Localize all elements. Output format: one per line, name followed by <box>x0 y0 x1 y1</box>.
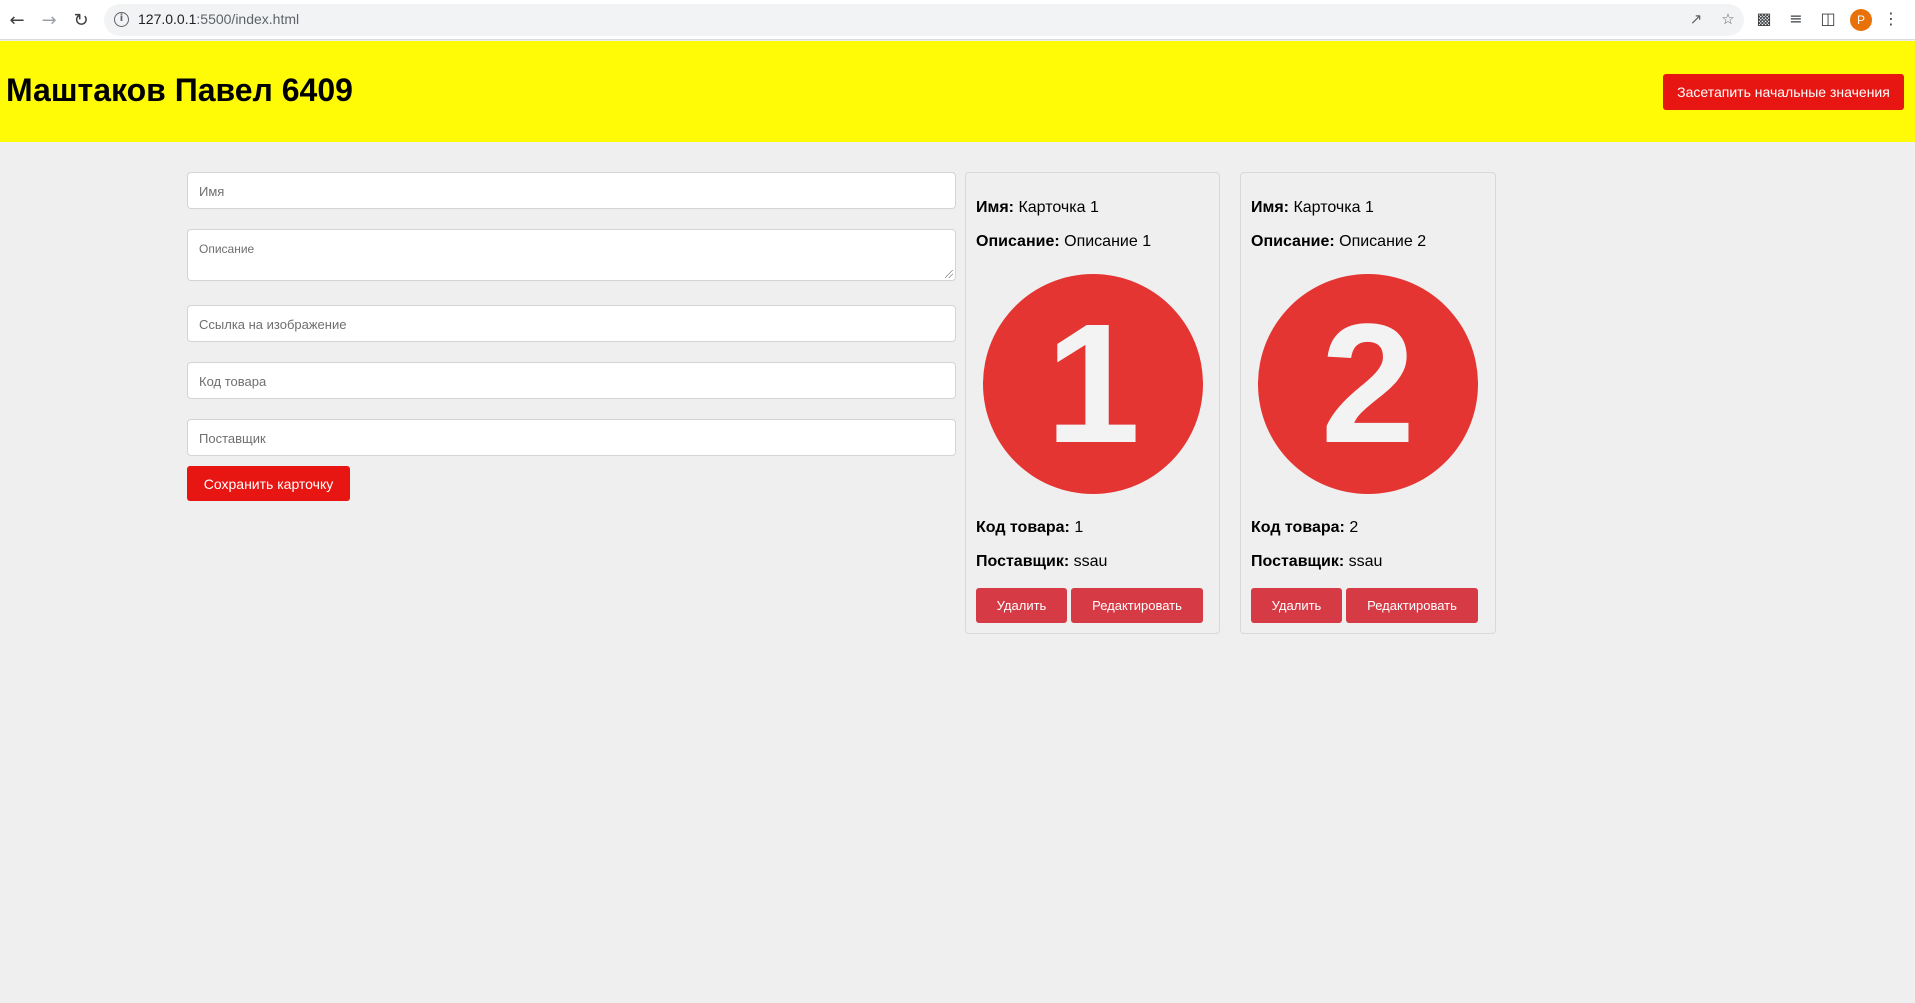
delete-button[interactable]: Удалить <box>976 588 1067 623</box>
product-card: Имя: Карточка 1 Описание: Описание 2 2 К… <box>1240 172 1496 634</box>
card-code-line: Код товара: 1 <box>976 519 1083 537</box>
card-name-line: Имя: Карточка 1 <box>976 199 1099 217</box>
card-supplier-line: Поставщик: ssau <box>976 553 1107 571</box>
supplier-placeholder: Поставщик <box>199 431 266 446</box>
name-placeholder: Имя <box>199 184 225 199</box>
card-image-digit: 2 <box>1320 289 1416 479</box>
site-header: Маштаков Павел 6409 Засетапить начальные… <box>0 41 1915 142</box>
name-input[interactable]: Имя <box>187 172 956 209</box>
supplier-input[interactable]: Поставщик <box>187 419 956 456</box>
card-image: 1 <box>983 274 1203 494</box>
save-card-button[interactable]: Сохранить карточку <box>187 466 350 501</box>
reload-icon[interactable]: ↻ <box>70 9 92 31</box>
image-url-placeholder: Ссылка на изображение <box>199 317 347 332</box>
card-description-value: Описание 2 <box>1339 233 1427 250</box>
resize-grip-icon[interactable] <box>945 270 953 278</box>
address-bar[interactable]: i 127.0.0.1:5500/index.html ↗ ☆ <box>104 4 1744 36</box>
product-card: Имя: Карточка 1 Описание: Описание 1 1 К… <box>965 172 1220 634</box>
card-image-digit: 1 <box>1045 289 1141 479</box>
card-supplier-label: Поставщик: <box>1251 553 1345 570</box>
extensions-icon[interactable]: ▩ <box>1753 9 1775 31</box>
description-placeholder: Описание <box>199 242 255 256</box>
menu-kebab-icon[interactable]: ⋮ <box>1880 9 1902 31</box>
card-code-line: Код товара: 2 <box>1251 519 1358 537</box>
card-name-line: Имя: Карточка 1 <box>1251 199 1374 217</box>
card-image: 2 <box>1258 274 1478 494</box>
card-code-value: 1 <box>1074 519 1084 536</box>
card-description-value: Описание 1 <box>1064 233 1152 250</box>
forward-icon[interactable]: → <box>38 9 60 31</box>
card-code-label: Код товара: <box>976 519 1070 536</box>
edit-button[interactable]: Редактировать <box>1346 588 1478 623</box>
card-name-label: Имя: <box>1251 199 1289 216</box>
browser-toolbar: ← → ↻ i 127.0.0.1:5500/index.html ↗ ☆ ▩ … <box>0 0 1915 40</box>
url-host: 127.0.0.1 <box>138 11 197 27</box>
card-description-label: Описание: <box>976 233 1060 250</box>
description-textarea[interactable]: Описание <box>187 229 956 281</box>
card-name-value: Карточка 1 <box>1018 199 1099 216</box>
side-panel-icon[interactable]: ◫ <box>1817 9 1839 31</box>
bookmark-star-icon[interactable]: ☆ <box>1718 10 1738 30</box>
edit-button[interactable]: Редактировать <box>1071 588 1203 623</box>
image-url-input[interactable]: Ссылка на изображение <box>187 305 956 342</box>
delete-button[interactable]: Удалить <box>1251 588 1342 623</box>
back-icon[interactable]: ← <box>6 9 28 31</box>
card-supplier-value: ssau <box>1073 553 1108 570</box>
reading-list-icon[interactable]: ≡ <box>1785 9 1807 31</box>
card-description-line: Описание: Описание 2 <box>1251 233 1426 251</box>
card-supplier-line: Поставщик: ssau <box>1251 553 1382 571</box>
card-supplier-value: ssau <box>1348 553 1383 570</box>
profile-avatar[interactable]: P <box>1850 9 1872 31</box>
card-description-line: Описание: Описание 1 <box>976 233 1151 251</box>
product-code-placeholder: Код товара <box>199 374 267 389</box>
url-text[interactable]: 127.0.0.1:5500/index.html <box>138 11 299 27</box>
share-icon[interactable]: ↗ <box>1686 10 1706 30</box>
product-code-input[interactable]: Код товара <box>187 362 956 399</box>
card-code-value: 2 <box>1349 519 1359 536</box>
card-code-label: Код товара: <box>1251 519 1345 536</box>
card-description-label: Описание: <box>1251 233 1335 250</box>
reset-initial-values-button[interactable]: Засетапить начальные значения <box>1663 74 1904 110</box>
url-path: :5500/index.html <box>196 11 300 27</box>
card-name-label: Имя: <box>976 199 1014 216</box>
site-info-icon[interactable]: i <box>114 12 129 27</box>
card-name-value: Карточка 1 <box>1293 199 1374 216</box>
card-supplier-label: Поставщик: <box>976 553 1070 570</box>
page-title: Маштаков Павел 6409 <box>6 72 353 108</box>
